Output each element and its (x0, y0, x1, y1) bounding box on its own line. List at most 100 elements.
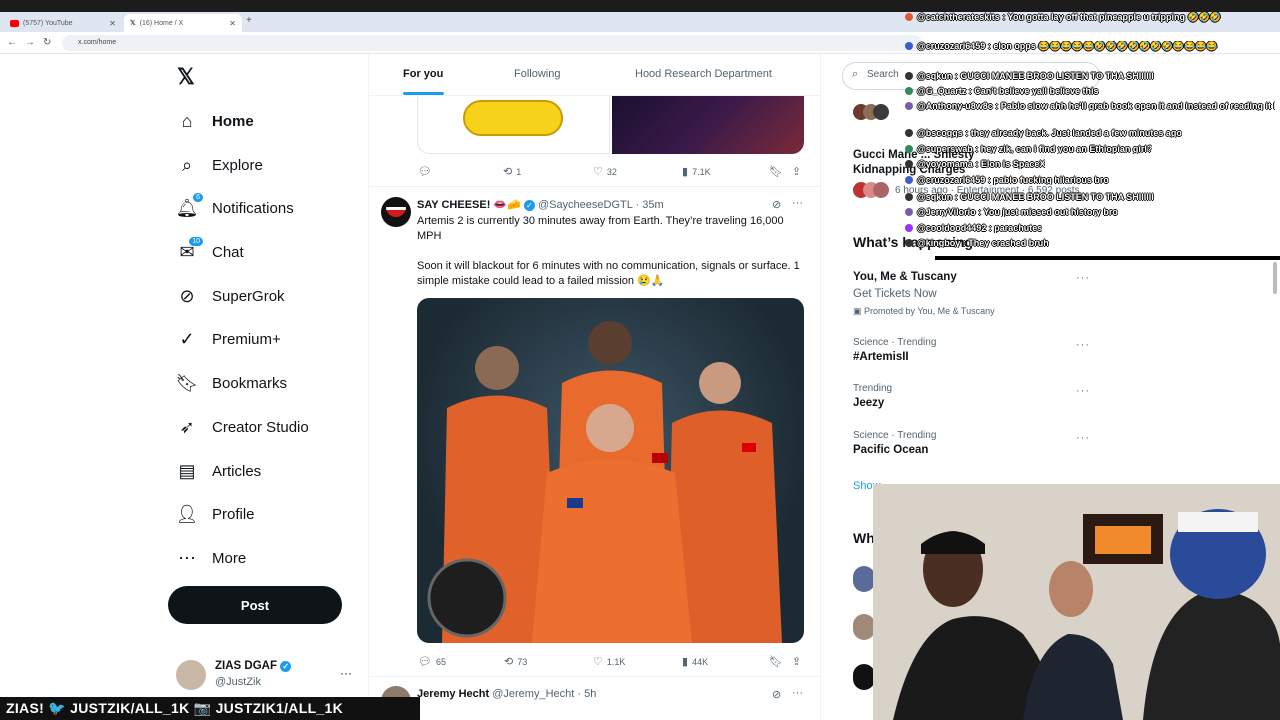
post-author[interactable]: Jeremy Hecht (417, 688, 489, 700)
address-bar[interactable]: x.com/home (62, 35, 922, 51)
tab-hood-research[interactable]: Hood Research Department (635, 68, 772, 80)
grok-icon[interactable]: ⊘ (772, 198, 781, 211)
chat-message: @sqkun : GUCCI MANEE BROO LISTEN TO THA … (905, 71, 1154, 81)
reply-button[interactable]: 💬︎ (418, 165, 436, 178)
post-button[interactable]: Post (168, 586, 342, 624)
tab-for-you[interactable]: For you (403, 68, 443, 80)
forward-icon[interactable]: → (25, 37, 35, 48)
chat-avatar-icon (905, 42, 913, 50)
more-icon: ⋯ (178, 547, 196, 568)
sidebar-item-premium[interactable]: ✓ Premium+ (176, 324, 280, 354)
search-icon: ⌕ (181, 154, 193, 175)
chat-text: parachutes (994, 223, 1043, 233)
reload-icon[interactable]: ↻ (43, 37, 51, 48)
more-dots-icon[interactable]: ··· (1076, 432, 1090, 444)
avatar[interactable] (853, 614, 875, 640)
trend-category: Trending (853, 383, 893, 394)
post-handle[interactable]: @Jeremy_Hecht (492, 688, 574, 700)
close-icon[interactable]: ✕ (229, 19, 236, 28)
chat-username: @G_Quartz (917, 86, 967, 96)
promo-title[interactable]: You, Me & Tuscany (853, 271, 957, 283)
chat-username: @yoyomama (917, 159, 973, 169)
like-button[interactable]: ♡ 1.1K (593, 655, 625, 668)
account-handle: @JustZik (215, 676, 262, 688)
more-dots-icon[interactable]: ··· (792, 197, 803, 209)
sidebar-item-explore[interactable]: ⌕ Explore (176, 150, 263, 180)
browser-tab-x[interactable]: 𝕏 (16) Home / X ✕ (124, 14, 242, 32)
avatar[interactable] (176, 660, 206, 690)
sidebar-item-supergrok[interactable]: ⊘ SuperGrok (176, 281, 284, 311)
views-button[interactable]: ▮ 7.1K (682, 165, 711, 178)
chat-text: They crashed bruh (968, 238, 1049, 248)
post-divider (369, 676, 820, 677)
repost-button[interactable]: ⟲ 73 (504, 655, 527, 668)
chat-avatar-icon (905, 13, 913, 21)
sidebar-item-articles[interactable]: ▤ Articles (176, 456, 261, 486)
person-icon: 👤︎ (175, 503, 199, 524)
trend-name[interactable]: #ArtemisII (853, 351, 909, 363)
scrollbar[interactable] (1273, 262, 1277, 294)
reply-button[interactable]: 💬︎ 65 (418, 655, 446, 668)
post-header: Jeremy Hecht @Jeremy_Hecht · 5h (417, 688, 596, 700)
post-image-cartoon[interactable] (417, 96, 610, 154)
repost-button[interactable]: ⟲ 1 (503, 165, 521, 178)
sidebar-item-chat[interactable]: ✉ 10 Chat (176, 236, 244, 267)
grok-icon[interactable]: ⊘ (772, 688, 781, 701)
verified-icon: ✓ (523, 200, 535, 211)
chat-avatar-icon (905, 72, 913, 80)
post-time[interactable]: · 5h (577, 688, 596, 700)
post-text: Soon it will blackout for 6 minutes with… (417, 260, 800, 287)
bookmark-icon[interactable]: 🔖︎ (769, 655, 787, 668)
sidebar-item-more[interactable]: ⋯ More (176, 543, 246, 573)
bell-icon: 🔔︎ 6 (176, 192, 204, 219)
avatar[interactable] (853, 566, 875, 592)
like-button[interactable]: ♡ 32 (593, 165, 617, 178)
notification-badge: 10 (188, 236, 204, 247)
chat-username: @JerryVilorio (917, 207, 976, 217)
post-image-astronauts[interactable] (417, 298, 804, 643)
share-icon[interactable]: ⇪ (792, 165, 805, 178)
post-time[interactable]: · 35m (636, 199, 664, 211)
chat-message: @kingboy : They crashed bruh (905, 238, 1049, 248)
chat-username: @kingboy (917, 238, 961, 248)
chat-message: @yoyomama : Elon is SpaceX (905, 159, 1045, 169)
chat-message: @cruzozari6459 : pablo fucking hilarious… (905, 175, 1109, 185)
column-divider (368, 54, 369, 720)
bookmark-icon[interactable]: 🔖︎ (769, 165, 787, 178)
more-dots-icon[interactable]: ··· (1076, 272, 1090, 284)
avatar[interactable] (853, 664, 875, 690)
article-icon: ▤ (178, 460, 196, 481)
browser-tab-youtube[interactable]: (5757) YouTube ✕ (4, 14, 122, 32)
trend-name[interactable]: Pacific Ocean (853, 444, 928, 456)
close-icon[interactable]: ✕ (109, 19, 116, 28)
more-dots-icon[interactable]: ··· (340, 666, 352, 680)
chat-avatar-icon (905, 208, 913, 216)
sidebar-item-bookmarks[interactable]: 🔖︎ Bookmarks (176, 368, 287, 398)
post-handle[interactable]: @SaycheeseDGTL (538, 199, 633, 211)
sidebar-item-label: Home (212, 112, 254, 130)
trend-category: Science · Trending (853, 337, 937, 348)
more-dots-icon[interactable]: ··· (792, 687, 803, 699)
post-text: Artemis 2 is currently 30 minutes away f… (417, 215, 784, 242)
promo-subtitle[interactable]: Get Tickets Now (853, 288, 937, 300)
sidebar-item-profile[interactable]: 👤︎ Profile (176, 499, 255, 529)
share-icon[interactable]: ⇪ (792, 655, 805, 668)
views-button[interactable]: ▮ 44K (682, 655, 708, 668)
sidebar-item-home[interactable]: ⌂ Home (176, 106, 254, 136)
more-dots-icon[interactable]: ··· (1076, 385, 1090, 397)
sidebar-item-notifications[interactable]: 🔔︎ 6 Notifications (176, 192, 294, 223)
trend-name[interactable]: Jeezy (853, 397, 884, 409)
views-icon: ▮ (682, 166, 689, 178)
x-logo-icon[interactable]: 𝕏 (177, 64, 195, 90)
sidebar-item-creator-studio[interactable]: ➶ Creator Studio (176, 412, 308, 442)
chat-message: @superswab : hey zik, can i find you an … (905, 144, 1152, 154)
chat-text: Can't believe yall believe this (974, 86, 1099, 96)
post-image-game[interactable] (612, 96, 804, 154)
back-icon[interactable]: ← (7, 37, 17, 48)
post-author[interactable]: SAY CHEESE! 👄🧀 (417, 199, 521, 211)
chat-username: @Anthony-u8w8c (917, 101, 993, 111)
avatar[interactable] (381, 197, 411, 227)
more-dots-icon[interactable]: ··· (1076, 339, 1090, 351)
tab-following[interactable]: Following (514, 68, 560, 80)
new-tab-icon[interactable]: + (246, 15, 252, 26)
